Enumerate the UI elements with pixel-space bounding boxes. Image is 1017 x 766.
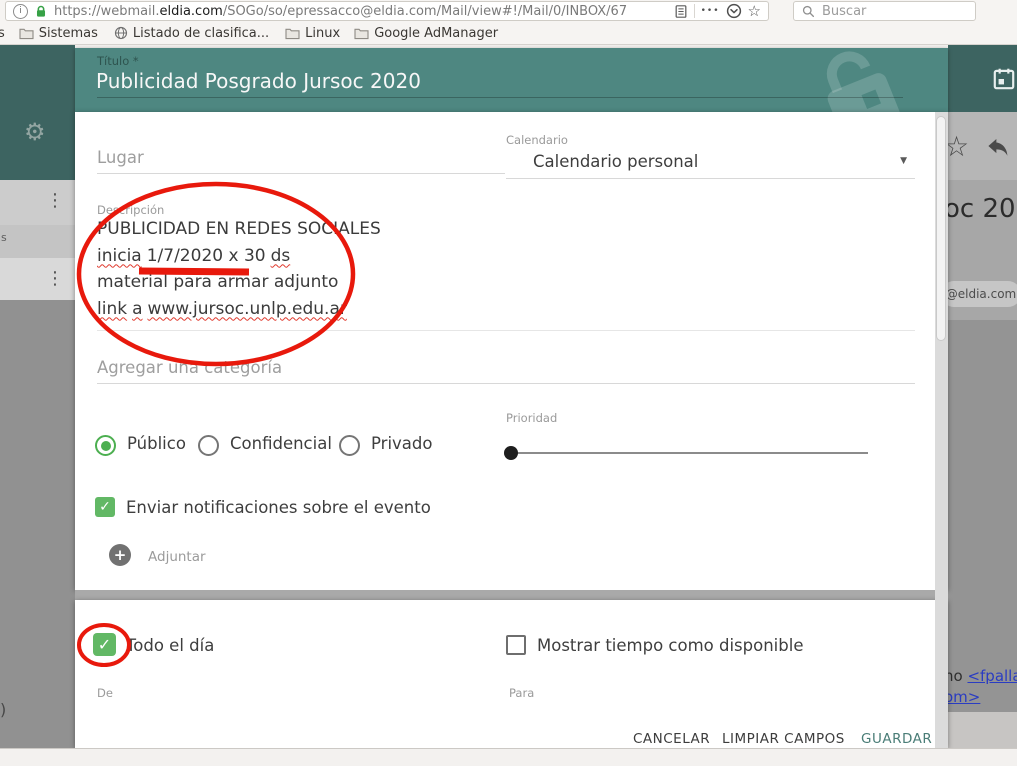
descripcion-line: PUBLICIDAD EN REDES SOCIALES (97, 216, 797, 243)
dialog-scrollbar[interactable] (935, 112, 948, 748)
folder-icon (285, 27, 300, 40)
text-fragment: ) (0, 700, 6, 719)
descripcion-line: linkawww.jursoc.unlp.edu.ar (97, 296, 797, 323)
bookmark-item-sistemas[interactable]: Sistemas (19, 26, 98, 41)
backdrop-right (948, 320, 1017, 712)
quoted-email-text: no <fpallad om> (944, 666, 1017, 708)
categoria-input[interactable] (97, 358, 915, 384)
mail-subject-fragment: oc 2020 (948, 194, 1017, 224)
bookmarks-bar: s Sistemas Listado de clasifica... Linux… (0, 22, 1017, 45)
search-placeholder: Buscar (822, 4, 866, 19)
bookmark-star-icon[interactable]: ☆ (748, 4, 761, 19)
calendario-select[interactable]: Calendario personal ▼ (506, 148, 915, 179)
lugar-input[interactable] (97, 148, 505, 174)
radio-publico-label: Público (127, 434, 186, 453)
todo-el-dia-label: Todo el día (126, 636, 214, 655)
email-link[interactable]: om> (944, 688, 980, 706)
url-text: https://webmail.eldia.com/SOGo/so/epress… (54, 4, 668, 19)
kebab-menu-icon[interactable]: ⋮ (46, 268, 64, 289)
gear-icon[interactable]: ⚙ (24, 118, 46, 146)
reader-mode-icon[interactable] (674, 4, 688, 19)
search-bar[interactable]: Buscar (793, 1, 976, 21)
notificaciones-checkbox[interactable]: ✓ (95, 497, 115, 517)
dialog-footer-card (75, 600, 948, 748)
descripcion-underline (97, 330, 915, 331)
list-text-fragment: s (1, 231, 7, 244)
mail-list-band (0, 225, 75, 258)
bookmark-fragment[interactable]: s (0, 26, 5, 41)
prioridad-slider-thumb[interactable] (504, 446, 518, 460)
mostrar-tiempo-checkbox[interactable] (506, 635, 526, 655)
reply-icon[interactable] (986, 138, 1010, 160)
title-value[interactable]: Publicidad Posgrado Jursoc 2020 (96, 69, 421, 93)
de-label: De (97, 686, 113, 700)
mostrar-tiempo-label: Mostrar tiempo como disponible (537, 636, 803, 655)
calendar-icon[interactable] (991, 66, 1017, 92)
chevron-down-icon: ▼ (900, 156, 907, 166)
title-label: Título * (97, 54, 139, 68)
scrollbar-thumb[interactable] (936, 116, 946, 341)
mail-subject-strip: oc 2020 @eldia.com (948, 180, 1017, 320)
bookmark-item-linux[interactable]: Linux (285, 26, 340, 41)
plus-icon: + (114, 546, 127, 564)
pocket-icon[interactable] (726, 3, 742, 19)
adjuntar-label: Adjuntar (148, 549, 206, 565)
radio-privado[interactable] (339, 435, 360, 456)
radio-privado-label: Privado (371, 434, 432, 453)
descripcion-line: inicia1/7/2020 x 30ds (97, 243, 797, 270)
folder-icon (354, 27, 369, 40)
prioridad-slider[interactable] (505, 452, 868, 454)
descripcion-label: Descripción (97, 203, 164, 217)
divider (694, 4, 695, 18)
calendario-label: Calendario (506, 133, 568, 147)
bookmark-item-listado[interactable]: Listado de clasifica... (114, 26, 269, 41)
more-icon[interactable]: ••• (701, 6, 720, 16)
descripcion-textarea[interactable]: PUBLICIDAD EN REDES SOCIALES inicia1/7/2… (97, 216, 797, 322)
lock-watermark-icon (788, 48, 927, 112)
lock-icon[interactable] (34, 4, 48, 19)
sidebar-teal-panel (0, 45, 75, 180)
window-bottom-strip (0, 748, 1017, 766)
globe-icon (114, 26, 128, 40)
folder-icon (19, 27, 34, 40)
title-underline (97, 97, 903, 98)
kebab-menu-icon[interactable]: ⋮ (46, 190, 64, 211)
search-icon (802, 5, 815, 18)
radio-confidencial-label: Confidencial (230, 434, 332, 453)
notificaciones-label: Enviar notificaciones sobre el evento (126, 498, 431, 517)
backdrop-left (0, 300, 75, 748)
bookmark-item-admanager[interactable]: Google AdManager (354, 26, 498, 41)
email-link[interactable]: <fpallad (967, 667, 1017, 685)
radio-confidencial[interactable] (198, 435, 219, 456)
dialog-body (75, 112, 948, 590)
url-bar[interactable]: i https://webmail.eldia.com/SOGo/so/epre… (5, 1, 769, 21)
adjuntar-button[interactable]: + (109, 544, 131, 566)
info-icon[interactable]: i (13, 4, 28, 19)
radio-publico[interactable] (95, 435, 116, 456)
prioridad-label: Prioridad (506, 411, 557, 425)
todo-el-dia-checkbox[interactable]: ✓ (93, 633, 116, 656)
guardar-button[interactable]: GUARDAR (861, 731, 932, 747)
para-label: Para (509, 686, 534, 700)
calendario-value: Calendario personal (533, 152, 698, 171)
limpiar-campos-button[interactable]: LIMPIAR CAMPOS (722, 731, 845, 747)
descripcion-line: material para armar adjunto (97, 269, 797, 296)
cancelar-button[interactable]: CANCELAR (633, 731, 710, 747)
recipient-chip: @eldia.com (948, 281, 1017, 307)
dialog-card-gap (75, 590, 948, 600)
backdrop-right-light (948, 712, 1017, 748)
